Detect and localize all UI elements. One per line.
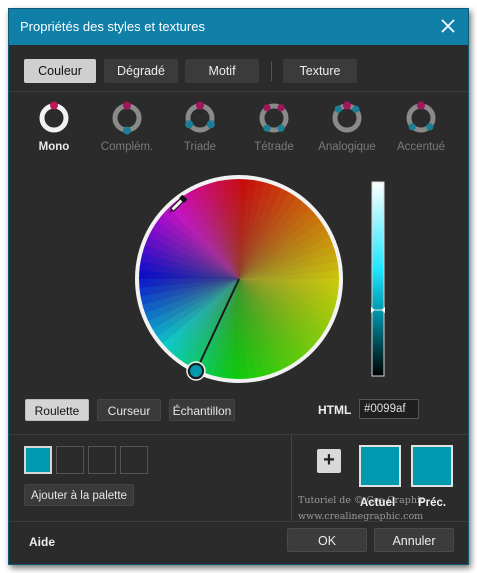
color-wheel[interactable] [133, 173, 345, 385]
current-color-swatch[interactable] [359, 445, 401, 487]
analogous-harmony-icon [332, 101, 362, 133]
ok-button[interactable]: OK [287, 528, 367, 552]
harmony-complementary[interactable]: Complém. [88, 101, 166, 153]
palette-swatch-2[interactable] [56, 446, 84, 474]
harmony-label-tetrad: Tétrade [254, 141, 294, 153]
help-link[interactable]: Aide [29, 535, 55, 549]
wheel-selector-handle[interactable] [188, 363, 204, 379]
tetrad-harmony-icon [259, 103, 289, 133]
tab-divider [9, 91, 468, 92]
tab-degrade[interactable]: Dégradé [104, 59, 178, 83]
title-bar: Propriétés des styles et textures [9, 9, 468, 45]
cancel-button[interactable]: Annuler [374, 528, 454, 552]
close-icon[interactable] [438, 16, 458, 36]
add-to-palette-button[interactable]: Ajouter à la palette [24, 484, 134, 506]
harmony-label-accented: Accentué [397, 141, 445, 153]
add-color-button[interactable]: + [317, 449, 341, 473]
html-label: HTML [318, 403, 352, 417]
harmony-triad[interactable]: Triade [161, 101, 239, 153]
current-color-label: Actuel [360, 497, 396, 509]
harmony-label-triad: Triade [183, 141, 217, 153]
tab-bar: Couleur Dégradé Motif Texture [9, 59, 468, 85]
harmony-accented[interactable]: Accentué [382, 101, 460, 153]
mode-cursor-button[interactable]: Curseur [97, 399, 161, 421]
styles-textures-dialog: Propriétés des styles et textures Couleu… [8, 8, 469, 565]
mode-sample-button[interactable]: Échantillon [169, 399, 235, 421]
tab-texture[interactable]: Texture [283, 59, 357, 83]
vertical-divider [291, 435, 292, 521]
previous-color-swatch[interactable] [411, 445, 453, 487]
mode-roulette-button[interactable]: Roulette [25, 399, 89, 421]
complementary-harmony-icon [112, 101, 142, 135]
lightness-slider[interactable] [371, 181, 385, 377]
palette-swatch-1[interactable] [24, 446, 52, 474]
tab-couleur[interactable]: Couleur [24, 59, 96, 83]
html-color-input[interactable] [359, 399, 419, 419]
harmony-label-analogous: Analogique [318, 141, 376, 153]
section-divider [9, 434, 468, 435]
harmony-label-complementary: Complém. [100, 141, 154, 153]
footer-divider [9, 521, 468, 522]
harmony-label-mono: Mono [38, 141, 70, 153]
tab-separator [271, 61, 272, 81]
harmony-tetrad[interactable]: Tétrade [235, 101, 313, 153]
mono-harmony-icon [39, 101, 69, 133]
palette-swatch-3[interactable] [88, 446, 116, 474]
accented-harmony-icon [406, 101, 436, 133]
previous-color-label: Préc. [418, 497, 447, 509]
dialog-title: Propriétés des styles et textures [20, 19, 205, 34]
palette-swatch-4[interactable] [120, 446, 148, 474]
harmony-mono[interactable]: Mono [15, 101, 93, 153]
triad-harmony-icon [185, 101, 215, 133]
tab-motif[interactable]: Motif [185, 59, 259, 83]
harmony-analogous[interactable]: Analogique [308, 101, 386, 153]
